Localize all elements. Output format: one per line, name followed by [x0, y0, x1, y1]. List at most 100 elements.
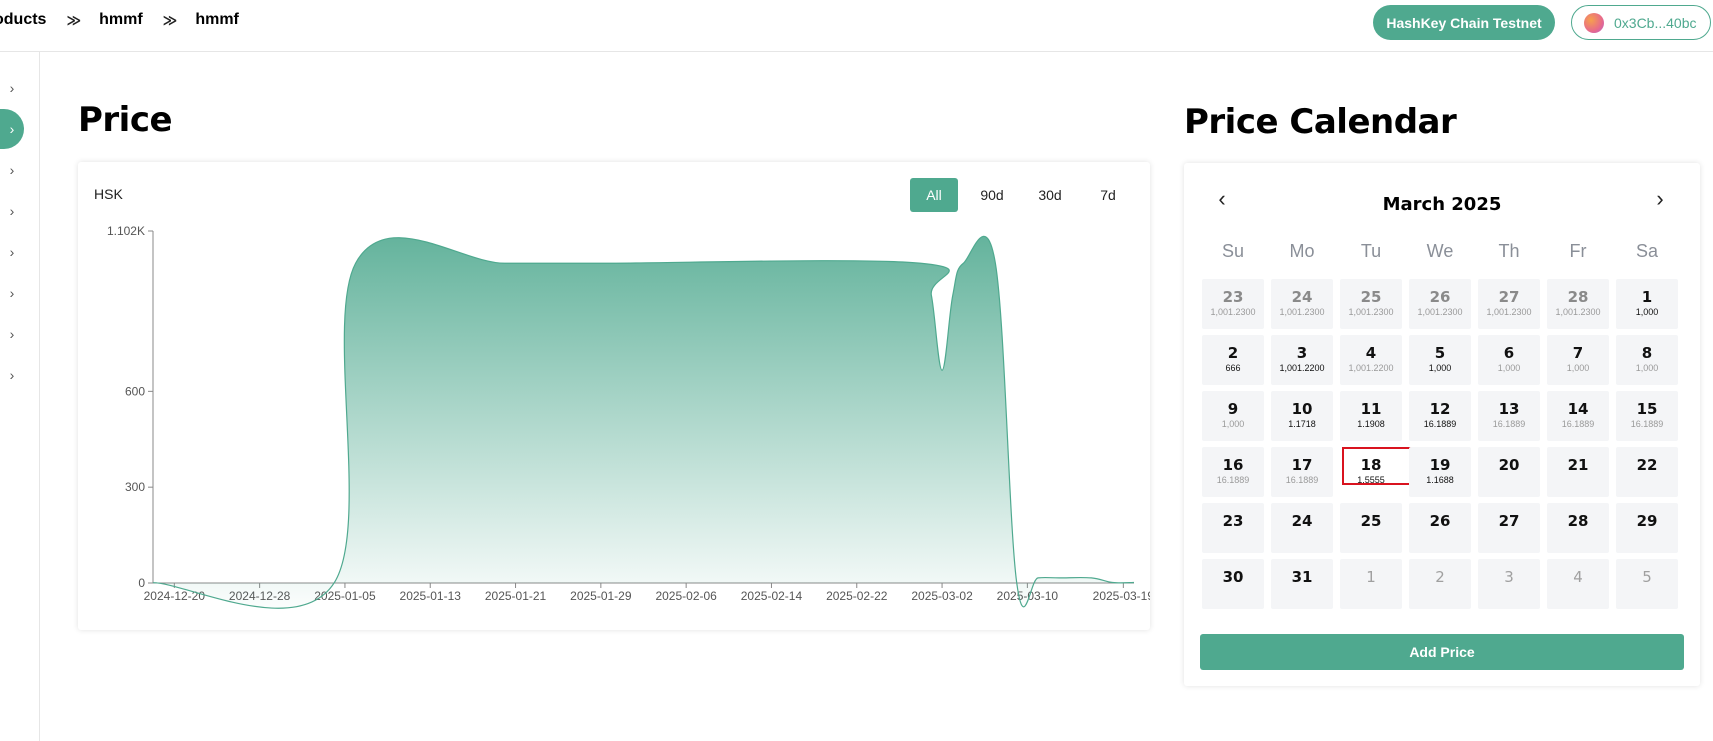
price-calendar-card: ‹ March 2025 › Add Price Su Mo Tu We Th Fr Sa 2… [1184, 163, 1700, 686]
weekday-header: We [1426, 241, 1454, 261]
calendar-day[interactable]: 10 1.1718 [1271, 391, 1333, 441]
calendar-day[interactable]: 24 1,001.2300 [1271, 279, 1333, 329]
add-price-button[interactable]: Add Price [1200, 634, 1684, 670]
day-number: 22 [1636, 456, 1658, 474]
calendar-day[interactable]: 8 1,000 [1616, 335, 1678, 385]
day-number: 23 [1222, 288, 1244, 306]
sidebar-item-6[interactable]: › [0, 273, 24, 313]
calendar-day[interactable]: 15 16.1889 [1616, 391, 1678, 441]
sidebar-item-3[interactable]: › [0, 150, 24, 190]
calendar-day[interactable]: 25 [1340, 503, 1402, 553]
day-number: 17 [1291, 456, 1313, 474]
calendar-day[interactable]: 1 [1340, 559, 1402, 609]
breadcrumb-item-product[interactable]: hmmf [99, 11, 143, 29]
day-number: 31 [1291, 568, 1313, 586]
calendar-day[interactable]: 17 16.1889 [1271, 447, 1333, 497]
calendar-day[interactable]: 16 16.1889 [1202, 447, 1264, 497]
price-area-fill [153, 236, 1134, 609]
day-price: 1,001.2300 [1348, 307, 1394, 317]
weekday-header: Th [1498, 241, 1520, 261]
day-number: 20 [1498, 456, 1520, 474]
calendar-day[interactable]: 9 1,000 [1202, 391, 1264, 441]
calendar-day[interactable]: 7 1,000 [1547, 335, 1609, 385]
day-number: 4 [1573, 568, 1583, 586]
calendar-day[interactable]: 13 16.1889 [1478, 391, 1540, 441]
calendar-day[interactable]: 19 1.1688 [1409, 447, 1471, 497]
wallet-address: 0x3Cb...40bc [1614, 14, 1697, 31]
calendar-day[interactable]: 1 1,000 [1616, 279, 1678, 329]
sidebar-item-2-active[interactable]: › [0, 109, 24, 149]
day-number: 2 [1435, 568, 1445, 586]
sidebar-item-4[interactable]: › [0, 191, 24, 231]
day-number: 10 [1291, 400, 1313, 418]
network-button[interactable]: HashKey Chain Testnet [1373, 5, 1555, 40]
calendar-day[interactable]: 4 1,001.2200 [1340, 335, 1402, 385]
day-number: 29 [1636, 512, 1658, 530]
breadcrumb-item-current: hmmf [195, 11, 239, 28]
calendar-day[interactable]: 27 [1478, 503, 1540, 553]
day-price: 1.1718 [1288, 419, 1316, 429]
day-price: 1,000 [1635, 363, 1659, 373]
calendar-title: Price Calendar [1184, 102, 1457, 142]
calendar-day[interactable]: 23 [1202, 503, 1264, 553]
day-number: 11 [1360, 400, 1382, 418]
day-price: 1,001.2300 [1417, 307, 1463, 317]
calendar-day[interactable]: 4 [1547, 559, 1609, 609]
calendar-day-selected[interactable]: 18 1.5555 [1340, 447, 1412, 497]
day-number: 26 [1429, 512, 1451, 530]
sidebar-item-1[interactable]: › [0, 68, 24, 108]
chevron-right-icon: › [9, 285, 15, 301]
day-number: 25 [1360, 288, 1382, 306]
day-price: 1,000 [1497, 363, 1521, 373]
next-month-icon[interactable]: › [1648, 186, 1672, 211]
calendar-day[interactable]: 25 1,001.2300 [1340, 279, 1402, 329]
x-tick-label: 2025-01-13 [400, 589, 462, 603]
calendar-day[interactable]: 26 1,001.2300 [1409, 279, 1471, 329]
sidebar-item-7[interactable]: › [0, 314, 24, 354]
sidebar-item-5[interactable]: › [0, 232, 24, 272]
calendar-day[interactable]: 3 1,001.2200 [1271, 335, 1333, 385]
sidebar-item-8[interactable]: › [0, 355, 24, 395]
y-tick-label: 0 [138, 576, 145, 590]
breadcrumb-separator-icon: ≫ [66, 11, 81, 28]
day-price: 16.1889 [1561, 419, 1595, 429]
calendar-day[interactable]: 21 [1547, 447, 1609, 497]
calendar-day[interactable]: 23 1,001.2300 [1202, 279, 1264, 329]
calendar-day[interactable]: 6 1,000 [1478, 335, 1540, 385]
x-tick-label: 2025-03-02 [911, 589, 973, 603]
breadcrumb-item-products[interactable]: oducts [0, 11, 46, 29]
calendar-day[interactable]: 26 [1409, 503, 1471, 553]
chevron-right-icon: › [9, 367, 15, 383]
calendar-day[interactable]: 29 [1616, 503, 1678, 553]
day-number: 26 [1429, 288, 1451, 306]
calendar-day[interactable]: 30 [1202, 559, 1264, 609]
day-price: 16.1889 [1630, 419, 1664, 429]
calendar-day[interactable]: 28 [1547, 503, 1609, 553]
day-number: 5 [1434, 344, 1446, 362]
calendar-day[interactable]: 28 1,001.2300 [1547, 279, 1609, 329]
y-tick-label: 600 [125, 384, 145, 398]
calendar-day[interactable]: 2 666 [1202, 335, 1264, 385]
day-number: 7 [1572, 344, 1584, 362]
calendar-day[interactable]: 31 [1271, 559, 1333, 609]
calendar-day[interactable]: 2 [1409, 559, 1471, 609]
calendar-day[interactable]: 14 16.1889 [1547, 391, 1609, 441]
day-number: 30 [1222, 568, 1244, 586]
calendar-day[interactable]: 20 [1478, 447, 1540, 497]
price-area-chart: 03006001.102K2024-12-202024-12-282025-01… [107, 224, 1150, 609]
calendar-day[interactable]: 5 [1616, 559, 1678, 609]
wallet-button[interactable]: 0x3Cb...40bc [1571, 5, 1711, 40]
calendar-day[interactable]: 24 [1271, 503, 1333, 553]
day-number: 27 [1498, 512, 1520, 530]
calendar-day[interactable]: 27 1,001.2300 [1478, 279, 1540, 329]
calendar-day[interactable]: 11 1.1908 [1340, 391, 1402, 441]
breadcrumb-separator-icon: ≫ [162, 11, 178, 28]
calendar-day[interactable]: 3 [1478, 559, 1540, 609]
day-number: 3 [1504, 568, 1514, 586]
day-price: 666 [1225, 363, 1241, 373]
calendar-day[interactable]: 5 1,000 [1409, 335, 1471, 385]
day-number: 25 [1360, 512, 1382, 530]
day-price: 1,001.2300 [1279, 307, 1325, 317]
calendar-day[interactable]: 12 16.1889 [1409, 391, 1471, 441]
calendar-day[interactable]: 22 [1616, 447, 1678, 497]
